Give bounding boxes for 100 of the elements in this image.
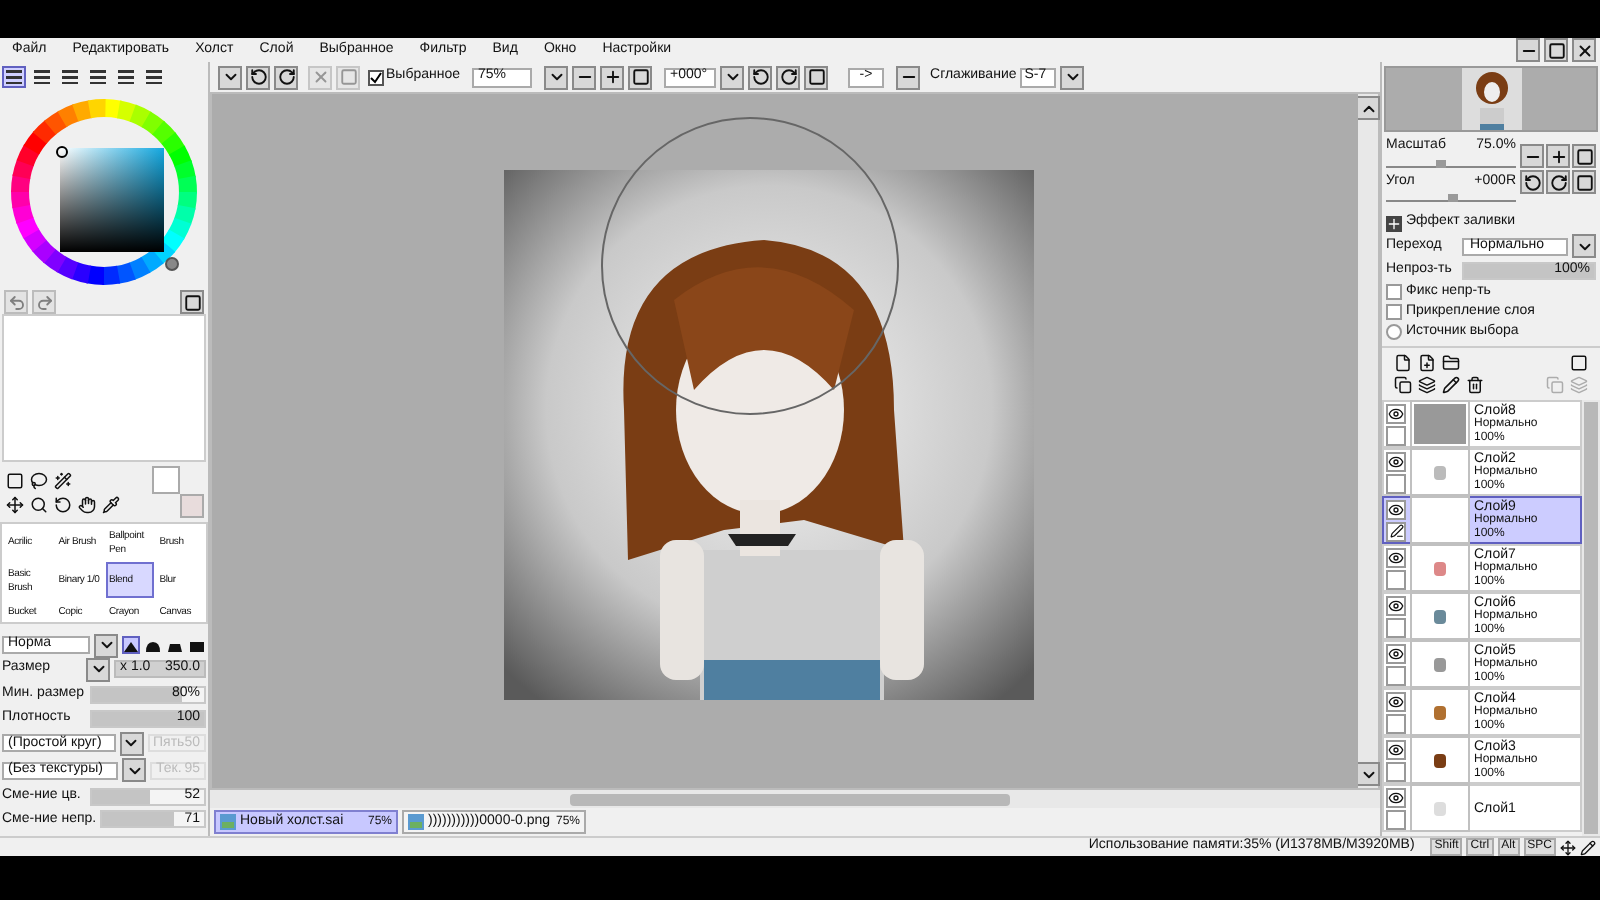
tool-icon[interactable] bbox=[52, 469, 74, 491]
lock-toggle[interactable] bbox=[1386, 617, 1406, 637]
straight-line-button[interactable] bbox=[896, 65, 921, 89]
merge-layer-icon[interactable] bbox=[1418, 376, 1436, 394]
lock-toggle[interactable] bbox=[1386, 425, 1406, 445]
slider-thumb[interactable] bbox=[1447, 194, 1457, 202]
horizontal-scrollbar[interactable] bbox=[210, 790, 1380, 808]
checkbox[interactable] bbox=[1386, 304, 1402, 320]
layer-mask-icon[interactable] bbox=[1570, 354, 1588, 372]
tool-icon[interactable] bbox=[76, 493, 98, 515]
size-dropdown-button[interactable] bbox=[86, 657, 110, 682]
expand-icon[interactable] bbox=[1386, 215, 1402, 231]
zoom-in-button[interactable] bbox=[600, 65, 625, 89]
visibility-toggle[interactable] bbox=[1386, 739, 1406, 759]
maximize-button[interactable] bbox=[1544, 38, 1568, 62]
square-icon bbox=[183, 293, 201, 311]
dropdown-button[interactable] bbox=[122, 758, 146, 783]
color-mode-button[interactable] bbox=[30, 66, 54, 88]
delete-icon[interactable] bbox=[1466, 376, 1484, 394]
square-icon bbox=[631, 68, 650, 86]
visibility-toggle[interactable] bbox=[1386, 499, 1406, 519]
dropdown-button[interactable] bbox=[119, 731, 144, 756]
lock-toggle[interactable] bbox=[1386, 521, 1406, 541]
tip-shape-button[interactable] bbox=[144, 636, 162, 654]
tool-icon[interactable] bbox=[100, 493, 122, 515]
canvas-area[interactable] bbox=[212, 94, 1358, 788]
dropdown-button[interactable] bbox=[1572, 234, 1596, 258]
square-icon bbox=[339, 68, 357, 86]
rotate-right-button[interactable] bbox=[776, 65, 801, 89]
tool-icon[interactable] bbox=[4, 493, 26, 515]
zoom-reset-button[interactable] bbox=[628, 65, 653, 89]
swatch-settings-button[interactable] bbox=[180, 290, 204, 314]
minimize-button[interactable] bbox=[1516, 38, 1540, 62]
color-mode-button[interactable] bbox=[2, 66, 26, 88]
move-icon bbox=[1560, 839, 1576, 855]
lock-toggle[interactable] bbox=[1386, 569, 1406, 589]
rotate-reset-button[interactable] bbox=[804, 65, 829, 89]
dropdown-button[interactable] bbox=[218, 65, 242, 89]
color-mode-button[interactable] bbox=[86, 66, 110, 88]
caret-icon bbox=[723, 68, 742, 86]
radio-button[interactable] bbox=[1386, 324, 1402, 340]
lock-toggle[interactable] bbox=[1386, 665, 1406, 685]
zoom-in-button[interactable] bbox=[1546, 144, 1570, 168]
visibility-toggle[interactable] bbox=[1386, 403, 1406, 423]
dropdown-button[interactable] bbox=[1060, 65, 1085, 89]
rotate-left-button[interactable] bbox=[1520, 170, 1544, 194]
undo-button[interactable] bbox=[246, 65, 270, 89]
folder-icon[interactable] bbox=[1442, 354, 1460, 372]
angle-slider[interactable] bbox=[1386, 192, 1516, 202]
lock-toggle[interactable] bbox=[1386, 809, 1406, 829]
tool-icon[interactable] bbox=[4, 469, 26, 491]
rotate-left-button[interactable] bbox=[748, 65, 773, 89]
visibility-toggle[interactable] bbox=[1386, 691, 1406, 711]
checkbox[interactable] bbox=[368, 69, 384, 85]
color-mode-button[interactable] bbox=[114, 66, 138, 88]
visibility-toggle[interactable] bbox=[1386, 595, 1406, 615]
zoom-slider[interactable] bbox=[1386, 157, 1516, 167]
rotate-right-button[interactable] bbox=[1546, 170, 1570, 194]
lock-toggle[interactable] bbox=[1386, 473, 1406, 493]
background-color-swatch[interactable] bbox=[180, 494, 204, 518]
color-mode-button[interactable] bbox=[142, 66, 166, 88]
zoom-reset-button[interactable] bbox=[1572, 144, 1596, 168]
vertical-scrollbar[interactable] bbox=[1358, 94, 1378, 788]
dropdown-button[interactable] bbox=[544, 65, 569, 89]
lock-toggle[interactable] bbox=[1386, 713, 1406, 733]
close-button[interactable] bbox=[1572, 38, 1596, 62]
square-icon bbox=[1575, 173, 1593, 191]
visibility-toggle[interactable] bbox=[1386, 643, 1406, 663]
redo-button[interactable] bbox=[274, 65, 298, 89]
tip-shape-button[interactable] bbox=[122, 636, 140, 654]
color-mode-button[interactable] bbox=[58, 66, 82, 88]
new-vector-layer-icon[interactable] bbox=[1418, 354, 1436, 372]
image-file-icon bbox=[220, 814, 236, 830]
visibility-toggle[interactable] bbox=[1386, 451, 1406, 471]
copy-layer-icon[interactable] bbox=[1394, 376, 1412, 394]
edit-layer-icon[interactable] bbox=[1442, 376, 1460, 394]
dropdown-button[interactable] bbox=[720, 65, 745, 89]
slider-thumb[interactable] bbox=[1436, 159, 1447, 167]
navigator-preview[interactable] bbox=[1384, 66, 1598, 132]
foreground-color-swatch[interactable] bbox=[152, 466, 180, 494]
zoom-out-button[interactable] bbox=[572, 65, 597, 89]
tool-icon[interactable] bbox=[28, 469, 50, 491]
scroll-up-button[interactable] bbox=[1356, 96, 1380, 120]
tool-icon[interactable] bbox=[52, 493, 74, 515]
visibility-toggle[interactable] bbox=[1386, 787, 1406, 807]
pen-icon bbox=[1580, 839, 1596, 855]
rotate-reset-button[interactable] bbox=[1572, 170, 1596, 194]
rotate-right-icon bbox=[277, 68, 295, 86]
scroll-down-button[interactable] bbox=[1356, 762, 1380, 786]
dropdown-button[interactable] bbox=[94, 633, 118, 657]
tip-shape-button[interactable] bbox=[188, 636, 206, 654]
rotate-left-icon bbox=[249, 68, 267, 86]
scrollbar-thumb[interactable] bbox=[570, 793, 1010, 805]
color-wheel[interactable] bbox=[8, 95, 200, 287]
new-layer-icon[interactable] bbox=[1394, 354, 1412, 372]
zoom-out-button[interactable] bbox=[1520, 144, 1544, 168]
tool-icon[interactable] bbox=[28, 493, 50, 515]
checkbox[interactable] bbox=[1386, 284, 1402, 300]
lock-toggle[interactable] bbox=[1386, 761, 1406, 781]
visibility-toggle[interactable] bbox=[1386, 547, 1406, 567]
